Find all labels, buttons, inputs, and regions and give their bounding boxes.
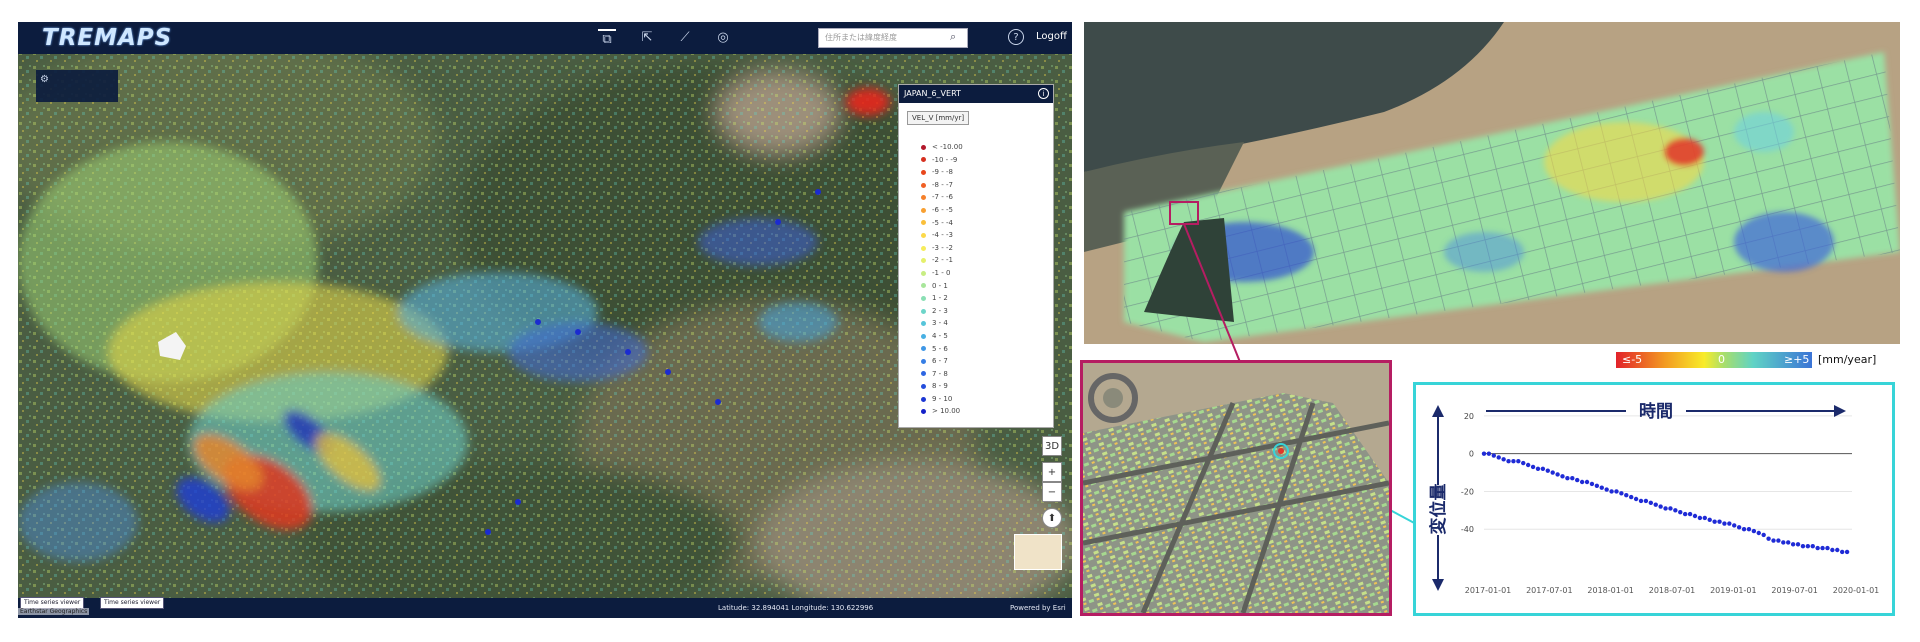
x-tick-label: 2019-01-01 xyxy=(1710,586,1757,595)
data-point xyxy=(1741,527,1747,532)
timeseries-chart-panel: 20 0 -20 -40 2017-01-01 2017-07-01 2018-01-01 2… xyxy=(1413,382,1895,616)
data-point xyxy=(1771,538,1776,543)
data-point xyxy=(1535,466,1541,471)
data-point xyxy=(1560,474,1565,479)
data-point xyxy=(1643,498,1649,504)
data-point xyxy=(1501,457,1506,462)
data-point xyxy=(1682,511,1688,517)
y-tick-label: -20 xyxy=(1461,487,1474,496)
data-point xyxy=(1491,453,1497,458)
data-point xyxy=(1687,511,1693,517)
data-point xyxy=(1614,489,1619,494)
data-point xyxy=(1565,476,1570,481)
data-point xyxy=(1722,521,1727,526)
data-point xyxy=(1511,459,1516,464)
data-point xyxy=(1648,500,1654,505)
data-point xyxy=(1486,451,1492,456)
data-point xyxy=(1599,485,1604,490)
data-point xyxy=(1830,547,1835,553)
data-point xyxy=(1506,459,1511,464)
data-point xyxy=(1810,544,1815,549)
y-tick-label: 20 xyxy=(1464,412,1474,421)
data-point xyxy=(1604,487,1609,492)
x-tick-label: 2017-07-01 xyxy=(1526,586,1573,595)
chart-title: 時間 xyxy=(1639,401,1673,422)
data-point xyxy=(1751,528,1757,534)
data-point xyxy=(1658,504,1663,509)
data-point xyxy=(1776,538,1781,543)
data-point xyxy=(1629,494,1634,500)
data-point xyxy=(1835,547,1840,553)
data-point xyxy=(1692,513,1698,519)
x-tick-label: 2019-07-01 xyxy=(1771,586,1818,595)
data-point xyxy=(1481,451,1487,456)
data-point xyxy=(1756,530,1761,536)
data-point xyxy=(1839,549,1845,555)
timeseries-chart: 20 0 -20 -40 2017-01-01 2017-07-01 2018-01-01 2… xyxy=(1428,401,1880,595)
data-point xyxy=(1727,521,1732,526)
data-point xyxy=(1633,496,1639,502)
zoom-map-graphic xyxy=(1083,363,1389,613)
x-tick-label: 2017-01-01 xyxy=(1465,586,1512,595)
data-point xyxy=(1825,545,1830,551)
data-point xyxy=(1521,460,1526,466)
data-point xyxy=(1781,540,1786,545)
data-point xyxy=(1619,491,1624,496)
y-tick-label: -40 xyxy=(1461,525,1474,534)
data-point xyxy=(1795,542,1801,547)
data-point xyxy=(1673,508,1678,513)
data-point xyxy=(1570,476,1575,481)
data-point xyxy=(1678,510,1683,515)
data-point xyxy=(1589,481,1595,487)
data-point xyxy=(1786,540,1791,545)
data-point xyxy=(1736,525,1742,530)
data-point xyxy=(1746,527,1752,532)
x-tick-label: 2020-01-01 xyxy=(1833,586,1880,595)
data-point xyxy=(1702,515,1707,521)
data-point xyxy=(1790,542,1796,547)
zoomed-neighborhood-map[interactable] xyxy=(1080,360,1392,616)
data-point xyxy=(1712,519,1717,524)
title-arrow-head xyxy=(1834,405,1846,417)
data-point xyxy=(1820,545,1825,551)
data-point xyxy=(1516,459,1521,464)
data-point xyxy=(1496,455,1501,460)
y-axis-label: 変位量 xyxy=(1428,484,1449,535)
data-point xyxy=(1545,468,1550,473)
data-point xyxy=(1668,506,1673,511)
data-point xyxy=(1766,536,1771,541)
data-point xyxy=(1530,464,1536,470)
data-point xyxy=(1800,544,1806,549)
data-point xyxy=(1697,515,1703,521)
data-point xyxy=(1815,545,1820,551)
data-point xyxy=(1761,532,1766,538)
data-point xyxy=(1717,519,1722,524)
data-point xyxy=(1805,544,1811,549)
data-point xyxy=(1609,489,1614,494)
data-point xyxy=(1579,479,1585,485)
y-arrow-down-head xyxy=(1432,579,1444,591)
data-point xyxy=(1525,462,1531,468)
data-point xyxy=(1555,472,1560,477)
data-point xyxy=(1550,470,1555,475)
y-arrow-up-head xyxy=(1432,405,1444,417)
data-point xyxy=(1575,477,1580,483)
x-tick-label: 2018-07-01 xyxy=(1649,586,1696,595)
data-point xyxy=(1707,517,1712,522)
data-point xyxy=(1624,493,1629,498)
data-point xyxy=(1663,506,1668,511)
data-point xyxy=(1540,466,1546,471)
data-point xyxy=(1594,483,1600,488)
x-tick-label: 2018-01-01 xyxy=(1587,586,1634,595)
data-point xyxy=(1844,549,1850,555)
y-tick-label: 0 xyxy=(1469,450,1474,459)
data-point xyxy=(1732,523,1737,528)
data-point xyxy=(1653,502,1658,507)
data-point xyxy=(1638,498,1644,504)
data-point xyxy=(1584,479,1590,485)
